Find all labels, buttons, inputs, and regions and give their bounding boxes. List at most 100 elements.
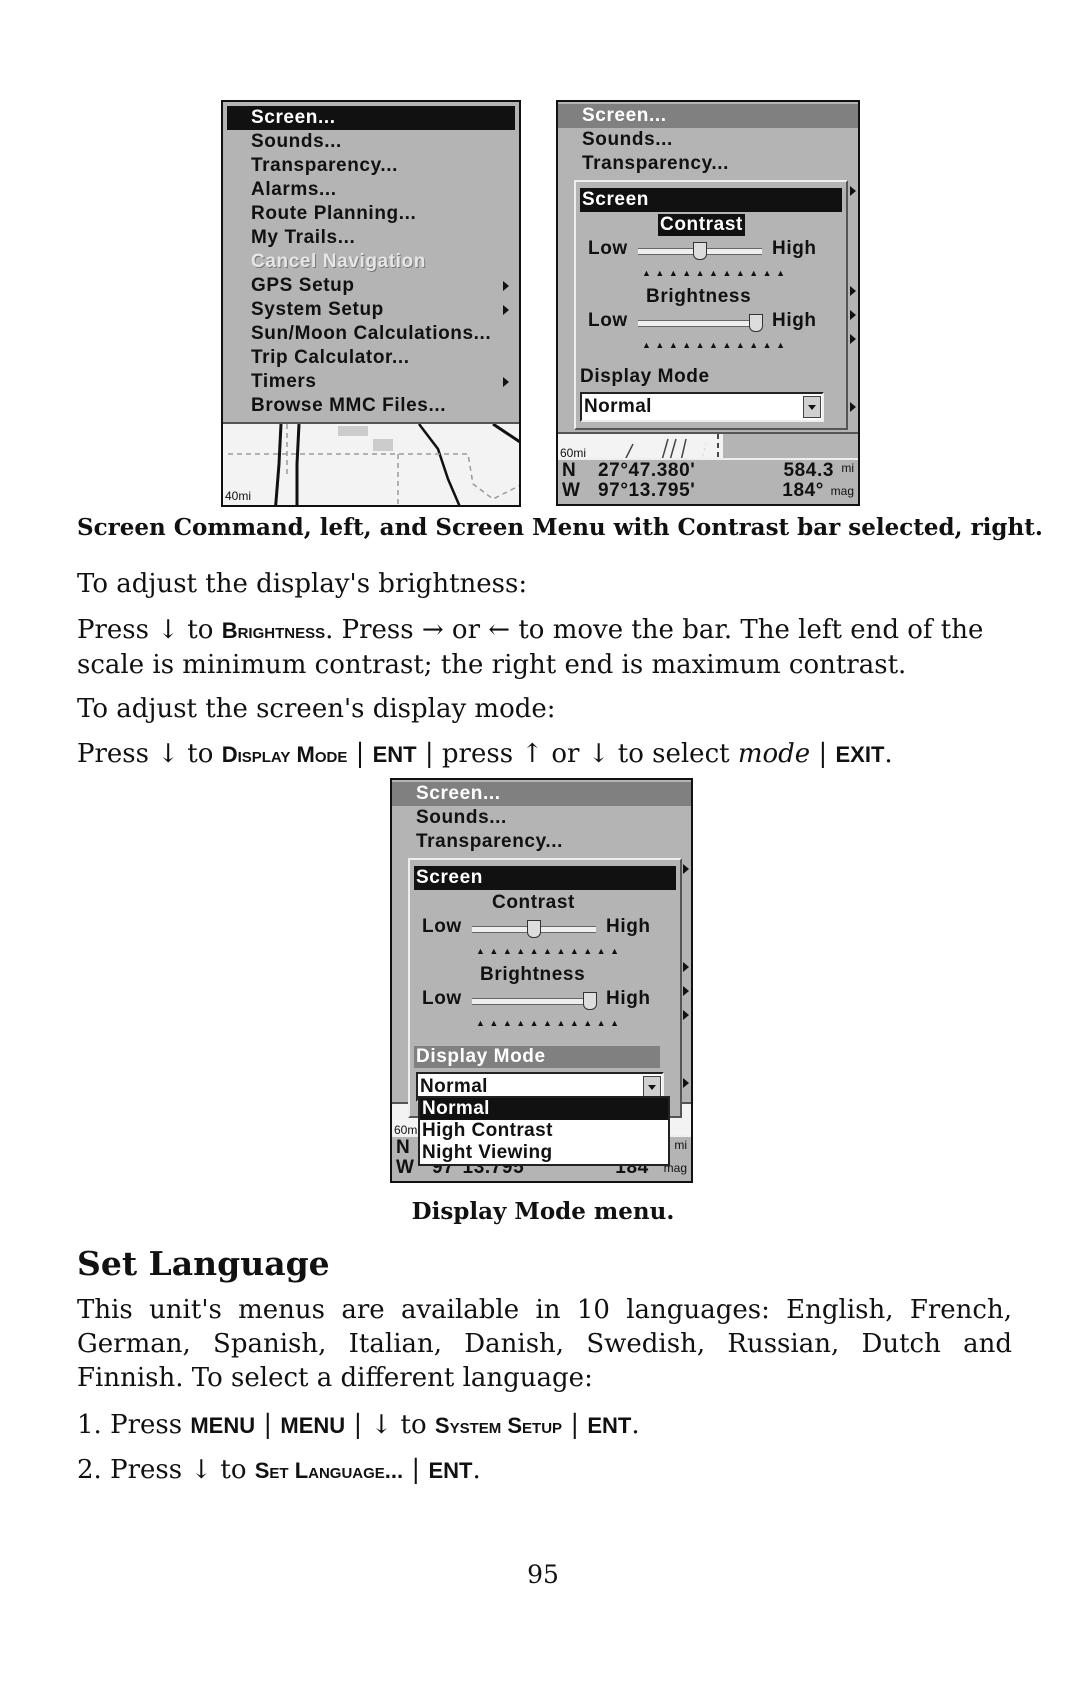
menu-item: Cancel Navigation xyxy=(251,251,426,272)
latitude: 27°47.380' xyxy=(598,460,696,481)
submenu-arrow-icon xyxy=(503,281,509,291)
display-mode-dropdown-list: Normal High Contrast Night Viewing xyxy=(418,1096,670,1166)
low-label: Low xyxy=(588,310,628,331)
submenu-arrow-icon xyxy=(683,864,689,874)
low-label: Low xyxy=(588,238,628,259)
longitude: 97°13.795' xyxy=(598,480,696,501)
menu-item[interactable]: My Trails... xyxy=(227,226,515,250)
display-mode-label: Display Mode xyxy=(580,366,710,387)
key-ent: ENT xyxy=(372,742,417,767)
submenu-arrow-icon xyxy=(850,310,856,320)
bearing: 184° xyxy=(782,480,824,501)
lon-direction: W xyxy=(396,1157,414,1178)
menu-item[interactable]: GPS Setup xyxy=(227,274,515,298)
menu-item-transparency[interactable]: Transparency... xyxy=(392,830,691,854)
menu-item[interactable]: Route Planning... xyxy=(227,202,515,226)
menu-item[interactable]: Alarms... xyxy=(227,178,515,202)
menu-item[interactable]: System Setup xyxy=(227,298,515,322)
submenu-arrow-icon xyxy=(683,962,689,972)
submenu-arrow-icon xyxy=(850,186,856,196)
menu-item-transparency[interactable]: Transparency... xyxy=(558,152,858,176)
brightness-label: Brightness xyxy=(646,286,752,307)
text-span: . xyxy=(472,1455,481,1485)
brightness-ticks: ▲▲▲▲▲▲▲▲▲▲▲ xyxy=(476,1018,624,1028)
map-view: 40mi xyxy=(223,422,519,505)
menu-item-screen[interactable]: Screen... xyxy=(558,104,858,128)
key-ent: ENT xyxy=(428,1458,473,1483)
submenu-arrow-icon xyxy=(683,1078,689,1088)
high-label: High xyxy=(772,238,817,259)
menu-item[interactable]: Transparency... xyxy=(227,154,515,178)
figure-caption-1: Screen Command, left, and Screen Menu wi… xyxy=(77,514,1043,541)
key-brightness: Brightness xyxy=(221,618,326,643)
text-span: Press ↓ to xyxy=(77,615,222,645)
key-set-language: Set Language... xyxy=(254,1458,404,1483)
display-mode-select[interactable]: Normal xyxy=(580,392,824,422)
separator: | xyxy=(403,1455,429,1485)
brightness-slider-thumb[interactable] xyxy=(582,992,597,1010)
contrast-ticks: ▲▲▲▲▲▲▲▲▲▲▲ xyxy=(476,946,624,956)
separator: | xyxy=(347,739,373,769)
dialog-title: Screen xyxy=(580,188,842,212)
dropdown-arrow-icon[interactable] xyxy=(803,396,821,418)
menu-item[interactable]: Browse MMC Files... xyxy=(227,394,515,418)
page-number: 95 xyxy=(527,1560,559,1589)
map-scale-label: 40mi xyxy=(225,489,252,503)
contrast-slider-thumb[interactable] xyxy=(693,242,707,260)
brightness-slider-thumb[interactable] xyxy=(748,314,763,332)
map-lines xyxy=(228,424,519,505)
menu-item-screen[interactable]: Screen... xyxy=(392,782,691,806)
high-label: High xyxy=(606,916,651,937)
screen-dialog: Screen Contrast Low High ▲▲▲▲▲▲▲▲▲▲▲ Bri… xyxy=(574,180,848,430)
submenu-arrow-icon xyxy=(683,1010,689,1020)
paragraph-display-mode-intro: To adjust the screen's display mode: xyxy=(77,694,556,724)
brightness-label: Brightness xyxy=(480,964,586,985)
submenu-arrow-icon xyxy=(850,402,856,412)
text-span: | ↓ to xyxy=(345,1410,435,1440)
menu-item[interactable]: Trip Calculator... xyxy=(227,346,515,370)
text-span: | press ↑ or ↓ to select xyxy=(416,739,738,769)
menu-item[interactable]: Sun/Moon Calculations... xyxy=(227,322,515,346)
lat-direction: N xyxy=(562,460,576,481)
contrast-label: Contrast xyxy=(492,892,575,913)
dropdown-option[interactable]: Normal xyxy=(420,1098,668,1120)
mode-emphasis: mode xyxy=(737,739,811,769)
lon-direction: W xyxy=(562,480,580,501)
key-menu: MENU xyxy=(280,1413,346,1438)
separator: | xyxy=(255,1410,281,1440)
display-mode-menu-screenshot: Screen... Sounds... Transparency... 60mi… xyxy=(390,778,693,1183)
key-exit: EXIT xyxy=(835,742,885,767)
screen-menu-contrast-screenshot: Screen... Sounds... Transparency... 60mi… xyxy=(556,100,860,506)
screen-command-menu-screenshot: Screen... Sounds... Transparency... Alarms.… xyxy=(221,100,521,507)
contrast-slider-thumb[interactable] xyxy=(527,920,541,938)
map-lines xyxy=(624,434,858,460)
text-span: Press ↓ to xyxy=(77,739,222,769)
key-menu: MENU xyxy=(190,1413,256,1438)
menu-item-sounds[interactable]: Sounds... xyxy=(558,128,858,152)
text-span: . xyxy=(884,739,893,769)
menu-item[interactable]: Screen... xyxy=(227,106,515,130)
contrast-label: Contrast xyxy=(658,214,745,236)
paragraph-display-mode-steps: Press ↓ to Display Mode | ENT | press ↑ … xyxy=(77,737,1012,772)
menu-item[interactable]: Sounds... xyxy=(227,130,515,154)
paragraph-brightness-intro: To adjust the display's brightness: xyxy=(77,569,528,599)
paragraph-languages: This unit's menus are available in 10 la… xyxy=(77,1295,1012,1393)
brightness-ticks: ▲▲▲▲▲▲▲▲▲▲▲ xyxy=(642,340,790,350)
key-ent: ENT xyxy=(587,1413,632,1438)
menu-item-sounds[interactable]: Sounds... xyxy=(392,806,691,830)
high-label: High xyxy=(772,310,817,331)
section-heading: Set Language xyxy=(77,1244,330,1283)
brightness-slider-track[interactable] xyxy=(638,320,762,327)
brightness-slider-track[interactable] xyxy=(472,998,596,1005)
dropdown-option[interactable]: High Contrast xyxy=(420,1120,668,1142)
dropdown-option[interactable]: Night Viewing xyxy=(420,1142,668,1164)
menu-item[interactable]: Timers xyxy=(227,370,515,394)
step-1: 1. Press MENU | MENU | ↓ to System Setup… xyxy=(77,1408,1012,1443)
dropdown-arrow-icon[interactable] xyxy=(643,1076,661,1098)
separator: | xyxy=(810,739,836,769)
paragraph-brightness-steps: Press ↓ to Brightness. Press → or ← to m… xyxy=(77,613,1012,682)
text-span: 2. Press ↓ to xyxy=(77,1455,255,1485)
submenu-arrow-icon xyxy=(683,986,689,996)
low-label: Low xyxy=(422,988,462,1009)
bearing-unit: mag xyxy=(830,484,854,498)
